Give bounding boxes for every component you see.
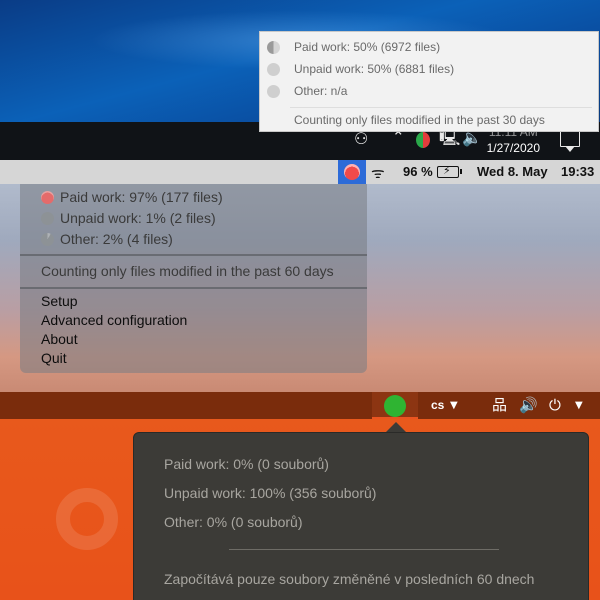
- circle-icon: [267, 85, 280, 98]
- menubar-date[interactable]: Wed 8. May: [477, 160, 548, 184]
- menu-item-other[interactable]: Other: 0% (0 souborů): [164, 512, 303, 532]
- menu-item-label: Other: n/a: [294, 84, 348, 98]
- circle-icon: [41, 212, 54, 225]
- wallpaper-circle: [56, 488, 118, 550]
- menu-item-label: Paid work: 50% (6972 files): [294, 40, 441, 54]
- menu-item-unpaid-work[interactable]: Unpaid work: 1% (2 files): [41, 208, 216, 229]
- ubuntu-desktop-section: cs ▼ 品 🔊 ⏻ ▼ Paid work: 0% (0 souborů) U…: [0, 392, 600, 600]
- half-circle-icon: [267, 41, 280, 54]
- ubuntu-topbar: cs ▼ 品 🔊 ⏻ ▼: [0, 392, 600, 419]
- chevron-down-icon[interactable]: ▼: [575, 397, 583, 415]
- menu-item-paid-work[interactable]: Paid work: 0% (0 souborů): [164, 454, 329, 474]
- battery-percent: 96 %: [403, 164, 433, 179]
- menu-item-label: Other: 2% (4 files): [60, 231, 173, 247]
- people-icon[interactable]: ⚇: [354, 131, 368, 147]
- menu-item-advanced-configuration[interactable]: Advanced configuration: [41, 311, 187, 330]
- volume-muted-icon[interactable]: 🔈: [462, 130, 482, 146]
- battery-charging-icon[interactable]: ⚡: [437, 164, 462, 178]
- circle-icon: [267, 63, 280, 76]
- tracker-menubar-button[interactable]: [338, 160, 366, 184]
- mac-dropdown-menu: Paid work: 97% (177 files) Unpaid work: …: [20, 184, 367, 373]
- menu-item-label: Unpaid work: 50% (6881 files): [294, 62, 455, 76]
- mac-menubar: ᯤ 96 % ⚡ Wed 8. May 19:33: [0, 160, 600, 184]
- menu-note: Counting only files modified in the past…: [294, 113, 545, 127]
- volume-icon[interactable]: 🔊: [519, 396, 538, 414]
- menu-note: Započítává pouze soubory změněné v posle…: [164, 571, 535, 587]
- menu-item-label: Paid work: 97% (177 files): [60, 189, 223, 205]
- pie-circle-icon: [41, 233, 54, 246]
- wifi-icon[interactable]: ᯤ: [371, 163, 385, 183]
- menu-item-setup[interactable]: Setup: [41, 292, 78, 311]
- menu-item-paid-work[interactable]: Paid work: 50% (6972 files): [260, 36, 598, 58]
- tracker-status-icon: [344, 164, 360, 180]
- menubar-time[interactable]: 19:33: [561, 160, 594, 184]
- mac-desktop-section: ᯤ 96 % ⚡ Wed 8. May 19:33 Paid work: 97%…: [0, 160, 600, 392]
- menu-separator: [20, 287, 367, 289]
- menu-item-paid-work[interactable]: Paid work: 97% (177 files): [41, 187, 223, 208]
- windows-tray-menu: Paid work: 50% (6972 files) Unpaid work:…: [259, 31, 599, 132]
- menu-item-other[interactable]: Other: n/a: [260, 80, 598, 102]
- menu-item-label: Unpaid work: 1% (2 files): [60, 210, 216, 226]
- windows-desktop-section: ⚇ ⌃ 🖳 🔈 11:11 AM 1/27/2020 Paid work: 50…: [0, 0, 600, 160]
- menu-item-other[interactable]: Other: 2% (4 files): [41, 229, 173, 250]
- menu-item-unpaid-work[interactable]: Unpaid work: 100% (356 souborů): [164, 483, 376, 503]
- menu-separator: [229, 549, 499, 550]
- menu-item-about[interactable]: About: [41, 330, 78, 349]
- paid-status-icon: [41, 191, 54, 204]
- menu-note: Counting only files modified in the past…: [41, 263, 334, 279]
- chevron-down-icon[interactable]: ▼: [450, 397, 458, 415]
- ubuntu-indicator-menu: Paid work: 0% (0 souborů) Unpaid work: 1…: [133, 432, 589, 600]
- chevron-up-icon[interactable]: ⌃: [392, 130, 405, 145]
- power-icon[interactable]: ⏻: [549, 396, 561, 414]
- tracker-tray-icon[interactable]: [416, 132, 430, 148]
- notification-icon[interactable]: [560, 131, 580, 152]
- language-indicator[interactable]: cs: [431, 392, 444, 419]
- tracker-status-icon[interactable]: [384, 395, 406, 417]
- network-icon[interactable]: 品: [492, 396, 507, 414]
- network-icon[interactable]: 🖳: [439, 130, 460, 146]
- menu-item-unpaid-work[interactable]: Unpaid work: 50% (6881 files): [260, 58, 598, 80]
- clock-date: 1/27/2020: [486, 141, 540, 155]
- menu-separator: [20, 254, 367, 256]
- menu-item-quit[interactable]: Quit: [41, 349, 67, 368]
